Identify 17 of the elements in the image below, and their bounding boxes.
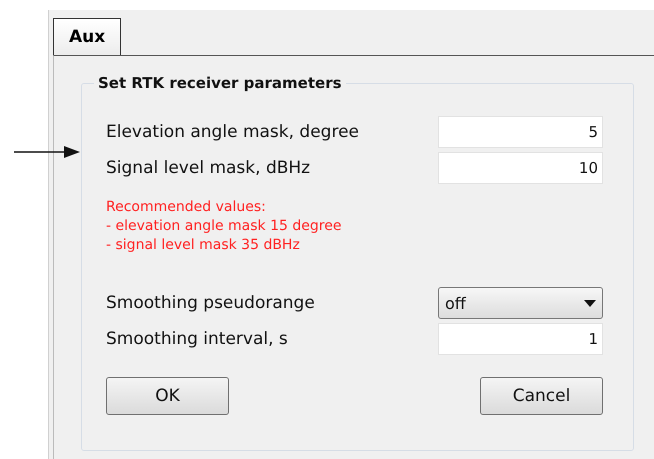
input-field[interactable]: 10	[438, 152, 603, 184]
input-field[interactable]: 5	[438, 116, 603, 148]
group-title: Set RTK receiver parameters	[94, 74, 346, 92]
field-label: Smoothing interval, s	[106, 329, 288, 349]
dialog-button[interactable]: Cancel	[480, 377, 603, 415]
field-label: Signal level mask, dBHz	[106, 158, 310, 178]
hint-text: Recommended values:	[106, 198, 267, 217]
hint-text: - elevation angle mask 15 degree	[106, 217, 342, 236]
arrow-drawing	[14, 146, 80, 158]
dialog-button[interactable]: OK	[106, 377, 229, 415]
field-label: Smoothing pseudorange	[106, 293, 315, 313]
tab[interactable]: Aux	[53, 18, 122, 55]
input-field[interactable]: 1	[438, 323, 603, 355]
dropdown[interactable]: off	[438, 287, 603, 319]
field-label: Elevation angle mask, degree	[106, 122, 359, 142]
hint-text: - signal level mask 35 dBHz	[106, 236, 301, 255]
caret-icon	[584, 300, 596, 306]
